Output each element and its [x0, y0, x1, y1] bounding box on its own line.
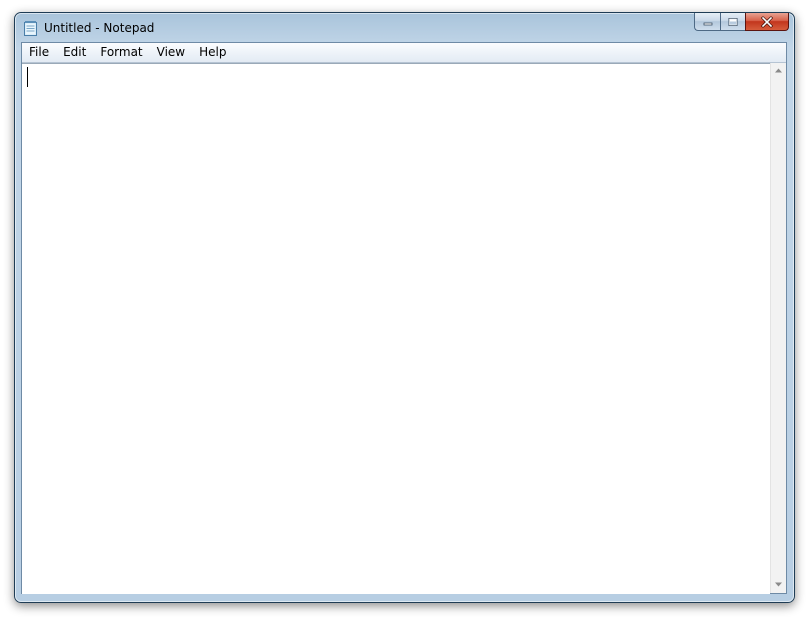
minimize-button[interactable]: [694, 13, 720, 31]
notepad-icon[interactable]: [24, 21, 37, 36]
vertical-scrollbar[interactable]: [770, 63, 786, 593]
minimize-icon: [703, 22, 712, 25]
scroll-down-arrow-icon: [775, 582, 782, 587]
menu-bar: File Edit Format View Help: [22, 43, 786, 63]
notepad-window: Untitled - Notepad File Edit Format View…: [14, 12, 795, 603]
menu-view[interactable]: View: [150, 43, 192, 62]
close-button[interactable]: [745, 13, 789, 31]
scroll-down-button[interactable]: [771, 577, 786, 593]
text-editor[interactable]: [22, 63, 770, 594]
caption-buttons: [694, 13, 789, 32]
maximize-icon: [728, 17, 738, 26]
scroll-up-button[interactable]: [771, 63, 786, 79]
title-bar[interactable]: Untitled - Notepad: [15, 13, 794, 42]
client-area: File Edit Format View Help: [21, 42, 787, 594]
maximize-button[interactable]: [720, 13, 745, 31]
close-icon: [761, 16, 773, 27]
menu-format[interactable]: Format: [93, 43, 149, 62]
menu-help[interactable]: Help: [192, 43, 233, 62]
text-caret: [27, 67, 28, 87]
scroll-up-arrow-icon: [775, 68, 782, 73]
menu-edit[interactable]: Edit: [56, 43, 93, 62]
menu-file[interactable]: File: [22, 43, 56, 62]
window-title: Untitled - Notepad: [44, 21, 155, 35]
